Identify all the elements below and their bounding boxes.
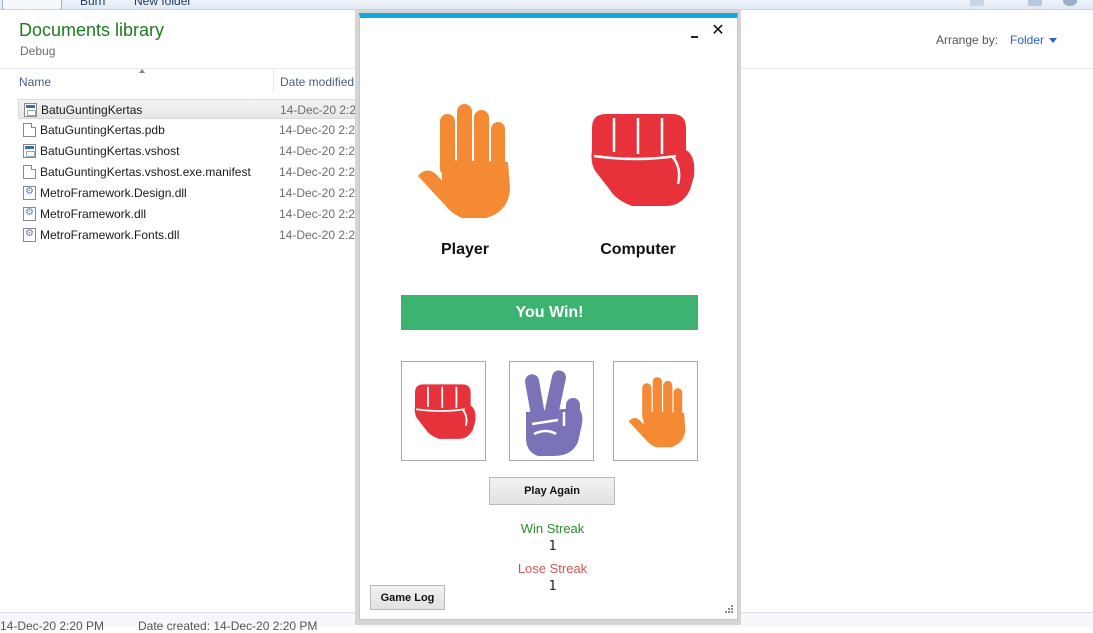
- rock-fist-icon: [414, 384, 476, 439]
- file-row[interactable]: BatuGuntingKertas 14-Dec-20 2:20: [18, 99, 363, 119]
- paper-hand-icon: [628, 377, 686, 448]
- status-date-modified: 14-Dec-20 2:20 PM: [0, 619, 105, 633]
- rock-choice-button[interactable]: [401, 361, 486, 461]
- rock-fist-icon: [591, 114, 695, 206]
- library-title: Documents library: [19, 20, 165, 40]
- file-row[interactable]: MetroFramework.Fonts.dll 14-Dec-20 2:20: [18, 225, 363, 245]
- status-date-created: Date created: 14-Dec-20 2:20 PM: [138, 619, 318, 633]
- command-bar: Burn New folder: [0, 0, 1093, 10]
- paper-choice-button[interactable]: [613, 361, 698, 461]
- file-date: 14-Dec-20 2:20: [279, 123, 362, 137]
- document-icon: [23, 123, 36, 137]
- file-name: BatuGuntingKertas.pdb: [40, 123, 165, 137]
- game-log-button[interactable]: Game Log: [370, 585, 445, 610]
- paper-hand-icon: [418, 104, 510, 218]
- file-name: MetroFramework.Design.dll: [40, 186, 187, 200]
- file-date: 14-Dec-20 2:20: [279, 186, 362, 200]
- exe-icon: [24, 103, 37, 117]
- file-name: BatuGuntingKertas.vshost: [40, 144, 180, 158]
- resize-grip-icon[interactable]: [722, 604, 734, 616]
- chevron-down-icon[interactable]: [1049, 38, 1057, 43]
- file-date: 14-Dec-20 2:20: [279, 228, 362, 242]
- computer-label: Computer: [600, 241, 676, 258]
- play-again-button[interactable]: Play Again: [489, 477, 615, 505]
- file-date: 14-Dec-20 2:20: [279, 165, 362, 179]
- file-row[interactable]: MetroFramework.dll 14-Dec-20 2:20: [18, 204, 363, 224]
- minimize-button[interactable]: [688, 26, 702, 40]
- sort-ascending-icon: [139, 69, 145, 73]
- file-name: MetroFramework.dll: [40, 207, 147, 221]
- file-date: 14-Dec-20 2:20: [279, 144, 362, 158]
- scissors-choice-button[interactable]: [509, 361, 594, 461]
- file-name: MetroFramework.Fonts.dll: [40, 228, 180, 242]
- column-divider[interactable]: [273, 69, 274, 93]
- win-streak-value: 1: [548, 539, 557, 554]
- file-name: BatuGuntingKertas.vshost.exe.manifest: [40, 165, 251, 179]
- player-label: Player: [440, 241, 490, 258]
- lose-streak-label: Lose Streak: [517, 561, 588, 576]
- win-streak-label: Win Streak: [520, 521, 585, 536]
- file-row[interactable]: BatuGuntingKertas.vshost 14-Dec-20 2:20: [18, 141, 363, 161]
- dll-icon: [23, 228, 36, 242]
- burn-button[interactable]: Burn: [80, 0, 105, 8]
- file-row[interactable]: BatuGuntingKertas.pdb 14-Dec-20 2:20: [18, 120, 363, 140]
- view-options-icon[interactable]: [970, 0, 984, 6]
- close-button[interactable]: ✕: [711, 22, 725, 38]
- dll-icon: [23, 207, 36, 221]
- exe-icon: [23, 144, 36, 158]
- file-date: 14-Dec-20 2:20: [280, 103, 363, 117]
- help-icon[interactable]: [1063, 0, 1077, 6]
- scissors-hand-icon: [525, 370, 583, 456]
- lose-streak-value: 1: [548, 579, 557, 594]
- email-button[interactable]: [2, 0, 62, 9]
- preview-pane-icon[interactable]: [1028, 0, 1042, 6]
- result-banner: You Win!: [401, 295, 698, 330]
- new-folder-button[interactable]: New folder: [134, 0, 191, 8]
- arrange-by-label: Arrange by:: [936, 33, 999, 47]
- arrange-by-dropdown[interactable]: Folder: [1010, 33, 1044, 47]
- column-header-name[interactable]: Name: [19, 75, 51, 89]
- file-name: BatuGuntingKertas: [41, 103, 143, 117]
- file-row[interactable]: BatuGuntingKertas.vshost.exe.manifest 14…: [18, 162, 363, 182]
- dll-icon: [23, 186, 36, 200]
- column-header-date-modified[interactable]: Date modified: [280, 75, 354, 89]
- file-row[interactable]: MetroFramework.Design.dll 14-Dec-20 2:20: [18, 183, 363, 203]
- game-window: ✕ Player Computer You Win! Play Again Wi…: [359, 13, 738, 620]
- document-icon: [23, 165, 36, 179]
- library-subtitle: Debug: [20, 44, 56, 58]
- file-date: 14-Dec-20 2:20: [279, 207, 362, 221]
